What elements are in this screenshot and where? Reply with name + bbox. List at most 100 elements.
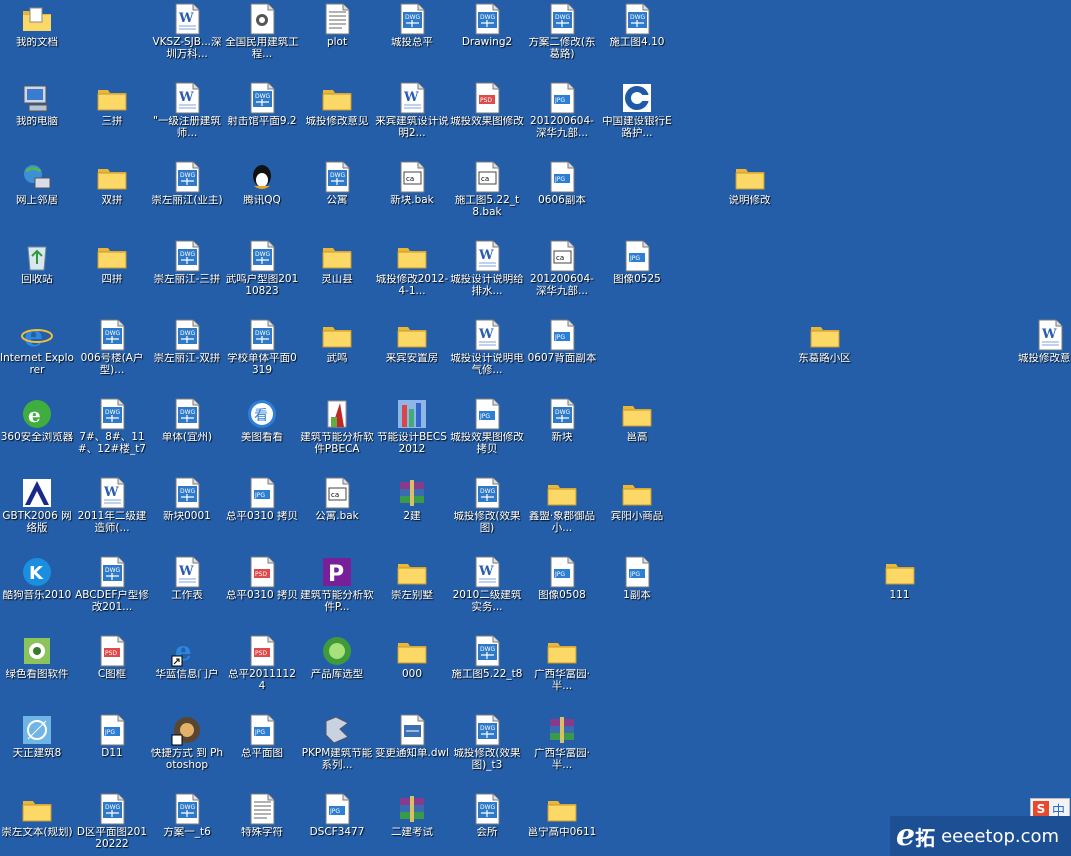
desktop-icon-rar[interactable]: 二建考试 [375, 792, 449, 839]
desktop-icon-folder[interactable]: 双拼 [75, 160, 149, 207]
desktop-icon-jpg[interactable]: JPG 城投效果图修改 拷贝 [450, 397, 524, 455]
desktop-icon-psd[interactable]: PSD 城投效果图修改 [450, 81, 524, 128]
desktop-icon-word[interactable]: W 城投设计说明给排水... [450, 239, 524, 297]
desktop-icon-folder[interactable]: 东葛路小区 [788, 318, 862, 365]
desktop-icon-word[interactable]: W VKSZ-SJB...深圳万科... [150, 2, 224, 60]
desktop-icon-dwg[interactable]: DWG 006号楼(A户型)... [75, 318, 149, 376]
desktop-icon-jpg[interactable]: JPG 总平面图 [225, 713, 299, 760]
desktop-icon-folder[interactable]: 邕宁高中0611 [525, 792, 599, 839]
desktop-icon-folder[interactable]: 说明修改 [713, 160, 787, 207]
desktop-icon-folder[interactable]: 广西华富园·半... [525, 634, 599, 692]
desktop-icon-folder[interactable]: 崇左文本(规划) [0, 792, 74, 839]
desktop-icon-bak[interactable]: ca 施工图5.22_t8.bak [450, 160, 524, 218]
desktop-icon-dwg[interactable]: DWG 崇左丽江-双拼 [150, 318, 224, 365]
desktop-icon-folder[interactable]: 灵山县 [300, 239, 374, 286]
desktop-icon-dwg[interactable]: DWG 射击馆平面9.2 [225, 81, 299, 128]
desktop-icon-becs[interactable]: 节能设计BECS2012 [375, 397, 449, 455]
desktop-icon-folder[interactable]: 武鸣 [300, 318, 374, 365]
desktop-icon-jpg[interactable]: JPG 图像0508 [525, 555, 599, 602]
desktop-icon-txt[interactable]: 特殊字符 [225, 792, 299, 839]
desktop-icon-dwg[interactable]: DWG ABCDEF户型修改201... [75, 555, 149, 613]
desktop-icon-txt[interactable]: plot [300, 2, 374, 49]
desktop-icon-folder[interactable]: 111 [863, 555, 937, 602]
desktop-icon-jpg[interactable]: JPG DSCF3477 [300, 792, 374, 839]
jpg-icon: JPG [545, 555, 579, 589]
desktop-icon-bak[interactable]: ca 公寓.bak [300, 476, 374, 523]
desktop-icon-folder[interactable]: 城投修改2012-4-1... [375, 239, 449, 297]
desktop-icon-jpg[interactable]: JPG 图像0525 [600, 239, 674, 286]
desktop-icon-dwg[interactable]: DWG 崇左丽江-三拼 [150, 239, 224, 286]
desktop-icon-browser360[interactable]: e 360安全浏览器 [0, 397, 74, 444]
desktop-icon-jpg[interactable]: JPG 1副本 [600, 555, 674, 602]
desktop-icon-psd[interactable]: PSD C图框 [75, 634, 149, 681]
desktop-icon-word[interactable]: W 工作表 [150, 555, 224, 602]
desktop-icon-jpg[interactable]: JPG D11 [75, 713, 149, 760]
desktop-icon-folder[interactable]: 鑫盟·象郡御品小... [525, 476, 599, 534]
desktop-icon-ccb[interactable]: 中国建设银行E路护... [600, 81, 674, 139]
desktop-icon-folder[interactable]: 城投修改意见 [300, 81, 374, 128]
desktop-icon-dwg[interactable]: DWG 城投修改(效果图) [450, 476, 524, 534]
desktop-icon-dwg[interactable]: DWG 武鸣户型图20110823 [225, 239, 299, 297]
desktop-icon-jpg[interactable]: JPG 201200604-深华九部... [525, 81, 599, 139]
desktop-icon-ie[interactable]: e Internet Explorer [0, 318, 74, 376]
desktop-icon-word[interactable]: W 城投修改意见 [1013, 318, 1071, 365]
desktop-icon-mydocs[interactable]: 我的文档 [0, 2, 74, 49]
desktop-icon-dwg[interactable]: DWG 方案二修改(东葛路) [525, 2, 599, 60]
desktop-icon-dwg[interactable]: DWG 学校单体平面0319 [225, 318, 299, 376]
desktop-icon-dwg[interactable]: DWG 崇左丽江(业主) [150, 160, 224, 207]
svg-text:DWG: DWG [180, 409, 196, 416]
desktop-icon-qq[interactable]: 腾讯QQ [225, 160, 299, 207]
desktop-icon-word[interactable]: W "一级注册建筑师... [150, 81, 224, 139]
desktop-icon-psd[interactable]: PSD 总平20111124 [225, 634, 299, 692]
desktop-icon-dwg[interactable]: DWG 方案一_t6 [150, 792, 224, 839]
desktop-icon-rar[interactable]: 广西华富园·半... [525, 713, 599, 771]
desktop-icon-word[interactable]: W 城投设计说明电气修... [450, 318, 524, 376]
desktop-icon-kugou[interactable]: K 酷狗音乐2010 [0, 555, 74, 602]
desktop-icon-ppt[interactable]: 全国民用建筑工程... [225, 2, 299, 60]
desktop-icon-dwg[interactable]: DWG 新块 [525, 397, 599, 444]
desktop-icon-dwg[interactable]: DWG 公寓 [300, 160, 374, 207]
desktop-icon-folder[interactable]: 宾阳小商品 [600, 476, 674, 523]
desktop-icon-viewer[interactable]: 绿色看图软件 [0, 634, 74, 681]
desktop-icon-jpg[interactable]: JPG 0606副本 [525, 160, 599, 207]
desktop-icon-folder[interactable]: 邕高 [600, 397, 674, 444]
desktop-icon-recycle[interactable]: 回收站 [0, 239, 74, 286]
desktop-icon-folder[interactable]: 崇左别墅 [375, 555, 449, 602]
desktop-icon-tangent[interactable]: 天正建筑8 [0, 713, 74, 760]
desktop-icon-rar[interactable]: 2建 [375, 476, 449, 523]
desktop-icon-folder[interactable]: 四拼 [75, 239, 149, 286]
desktop-icon-dwg[interactable]: DWG 城投总平 [375, 2, 449, 49]
desktop-icon-dwl[interactable]: 变更通知单.dwl [375, 713, 449, 760]
desktop-icon-word[interactable]: W 2010二级建筑实务... [450, 555, 524, 613]
desktop-icon-gbtk[interactable]: GBTK2006 网络版 [0, 476, 74, 534]
desktop[interactable]: 我的文档我的电脑网上邻居回收站 e Internet Explorer e 360安全浏… [0, 0, 1071, 856]
desktop-icon-word[interactable]: W 2011年二级建造师(... [75, 476, 149, 534]
desktop-icon-mycomputer[interactable]: 我的电脑 [0, 81, 74, 128]
desktop-icon-dwg[interactable]: DWG 新块0001 [150, 476, 224, 523]
desktop-icon-folder[interactable]: 来宾安置房 [375, 318, 449, 365]
desktop-icon-pbeca[interactable]: 建筑节能分析软件PBECA [300, 397, 374, 455]
desktop-icon-folder[interactable]: 三拼 [75, 81, 149, 128]
desktop-icon-meitu[interactable]: 看美图看看 [225, 397, 299, 444]
desktop-icon-network[interactable]: 网上邻居 [0, 160, 74, 207]
desktop-icon-bak[interactable]: ca 201200604-深华九部... [525, 239, 599, 297]
desktop-icon-product[interactable]: 产品库选型 [300, 634, 374, 681]
desktop-icon-pkpm_p[interactable]: P 建筑节能分析软件P... [300, 555, 374, 613]
desktop-icon-photoshop[interactable]: 快捷方式 到 Photoshop [150, 713, 224, 771]
desktop-icon-dwg[interactable]: DWG Drawing2 [450, 2, 524, 49]
desktop-icon-dwg[interactable]: DWG 城投修改(效果图)_t3 [450, 713, 524, 771]
desktop-icon-dwg[interactable]: DWG 会所 [450, 792, 524, 839]
desktop-icon-folder[interactable]: 000 [375, 634, 449, 681]
desktop-icon-dwg[interactable]: DWG 施工图5.22_t8 [450, 634, 524, 681]
desktop-icon-dwg[interactable]: DWG 7#、8#、11#、12#楼_t7 [75, 397, 149, 455]
desktop-icon-word[interactable]: W 来宾建筑设计说明2... [375, 81, 449, 139]
desktop-icon-jpg[interactable]: JPG 总平0310 拷贝 [225, 476, 299, 523]
desktop-icon-dwg[interactable]: DWG 单体(宜州) [150, 397, 224, 444]
desktop-icon-pkpm[interactable]: PKPM建筑节能系列... [300, 713, 374, 771]
desktop-icon-dwg[interactable]: DWG 施工图4.10 [600, 2, 674, 49]
desktop-icon-jpg[interactable]: JPG 0607背面副本 [525, 318, 599, 365]
desktop-icon-bak[interactable]: ca 新块.bak [375, 160, 449, 207]
desktop-icon-ieshortcut[interactable]: e 华蓝信息门户 [150, 634, 224, 681]
desktop-icon-dwg[interactable]: DWG D区平面图20120222 [75, 792, 149, 850]
desktop-icon-psd[interactable]: PSD 总平0310 拷贝 [225, 555, 299, 602]
